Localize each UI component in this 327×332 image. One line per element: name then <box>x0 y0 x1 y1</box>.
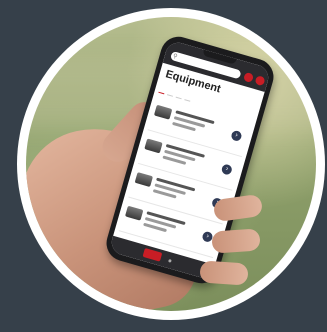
finger <box>199 260 249 286</box>
search-icon: ⚲ <box>172 53 178 61</box>
tab-1[interactable] <box>158 83 167 95</box>
equipment-thumbnail <box>124 205 144 221</box>
equipment-thumbnail <box>153 104 173 120</box>
equipment-thumbnail <box>144 138 163 154</box>
equipment-thumbnail <box>134 172 154 188</box>
chevron-right-icon[interactable]: › <box>220 163 233 176</box>
tab-2[interactable] <box>166 85 176 97</box>
home-indicator <box>168 259 172 263</box>
primary-action-button[interactable] <box>142 248 163 262</box>
photo-frame: ⚲ Equipment › › › <box>0 0 327 332</box>
tab-4[interactable] <box>184 90 193 102</box>
chevron-right-icon[interactable]: › <box>230 129 243 143</box>
finger <box>211 228 261 254</box>
header-close-button[interactable] <box>254 75 266 87</box>
header-menu-button[interactable] <box>242 71 255 83</box>
tab-3[interactable] <box>175 88 185 100</box>
